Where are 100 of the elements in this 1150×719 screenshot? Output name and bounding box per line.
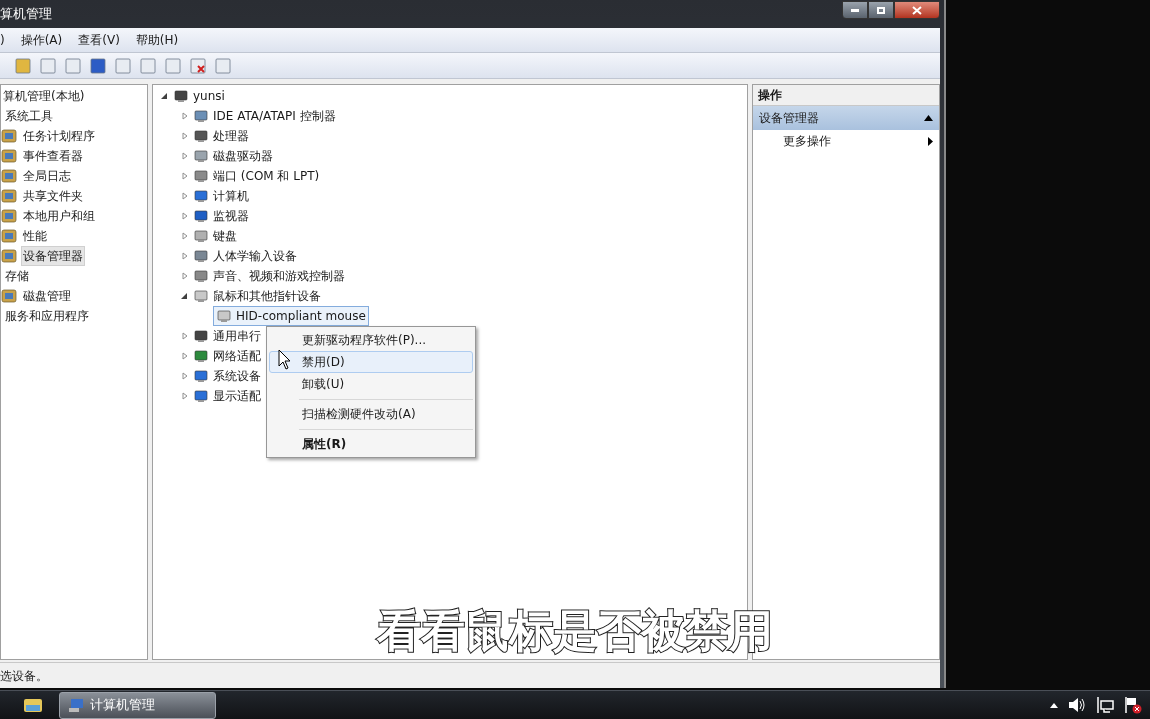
section-title: 设备管理器	[759, 110, 819, 127]
expand-arrow-icon[interactable]	[181, 212, 189, 220]
taskbar-button[interactable]: 计算机管理	[59, 691, 216, 719]
expand-arrow-icon[interactable]	[181, 332, 189, 340]
expand-arrow-icon[interactable]	[181, 112, 189, 120]
menu-item[interactable]: )	[0, 31, 5, 49]
status-text: 选设备。	[0, 667, 48, 685]
expand-arrow-icon[interactable]	[181, 172, 189, 180]
expand-arrow-icon[interactable]	[181, 372, 189, 380]
expand-arrow-icon[interactable]	[181, 132, 189, 140]
tree-item[interactable]: yunsi	[193, 87, 225, 105]
device-icon	[173, 88, 189, 104]
tool-icon	[1, 208, 17, 224]
toolbar-icon[interactable]	[214, 56, 232, 75]
tool-icon	[1, 148, 17, 164]
expand-arrow-icon[interactable]	[181, 232, 189, 240]
tree-item[interactable]: 端口 (COM 和 LPT)	[213, 167, 320, 185]
sidebar-item[interactable]: 存储	[3, 266, 31, 286]
menu-item[interactable]: 查看(V)	[78, 31, 120, 49]
tree-item[interactable]: 系统设备	[213, 367, 261, 385]
flag-icon[interactable]	[1124, 696, 1142, 714]
sidebar-item[interactable]: 磁盘管理	[21, 286, 73, 306]
action-label: 更多操作	[783, 133, 831, 150]
maximize-button[interactable]	[868, 1, 894, 19]
device-icon	[193, 228, 209, 244]
expand-arrow-icon[interactable]	[181, 392, 189, 400]
action-item[interactable]: 更多操作	[753, 130, 939, 152]
tool-icon	[1, 128, 17, 144]
toolbar-icon[interactable]	[114, 56, 132, 75]
tree-item[interactable]: 人体学输入设备	[213, 247, 297, 265]
speaker-icon[interactable]	[1068, 697, 1086, 713]
tree-item[interactable]: 计算机	[213, 187, 249, 205]
menu-item[interactable]: 帮助(H)	[135, 31, 179, 49]
menu-item[interactable]: 卸载(U)	[269, 373, 473, 395]
expand-arrow-icon[interactable]	[181, 272, 189, 280]
toolbar-icon[interactable]	[64, 56, 82, 75]
mouse-pointer-icon	[278, 349, 291, 370]
tree-item[interactable]: 磁盘驱动器	[213, 147, 273, 165]
minimize-button[interactable]	[842, 1, 868, 19]
sidebar-item[interactable]: 系统工具	[3, 106, 55, 126]
tree-item[interactable]: 键盘	[213, 227, 237, 245]
device-icon	[193, 108, 209, 124]
toolbar-icon[interactable]	[139, 56, 157, 75]
tool-icon	[1, 288, 17, 304]
tool-icon	[1, 248, 17, 264]
submenu-arrow-icon	[928, 136, 933, 146]
tree-item[interactable]: 显示适配	[213, 387, 261, 405]
sidebar-item[interactable]: 设备管理器	[21, 246, 85, 266]
device-icon	[193, 188, 209, 204]
device-icon	[193, 248, 209, 264]
tree-item[interactable]: IDE ATA/ATAPI 控制器	[213, 107, 336, 125]
folder-icon[interactable]	[23, 696, 43, 714]
actions-section[interactable]: 设备管理器	[753, 106, 939, 130]
network-icon[interactable]	[1096, 697, 1114, 713]
device-icon	[193, 328, 209, 344]
tree-item[interactable]: 网络适配	[213, 347, 261, 365]
show-hidden-icon[interactable]	[1050, 702, 1058, 708]
tree-item[interactable]: 通用串行	[213, 327, 261, 345]
menu-item[interactable]: 操作(A)	[20, 31, 63, 49]
collapse-icon	[924, 115, 933, 121]
sidebar-item[interactable]: 共享文件夹	[21, 186, 85, 206]
device-icon	[193, 208, 209, 224]
expand-arrow-icon[interactable]	[181, 192, 189, 200]
sidebar-item[interactable]: 服务和应用程序	[3, 306, 91, 326]
sidebar-item[interactable]: 本地用户和组	[21, 206, 97, 226]
device-icon	[193, 348, 209, 364]
tool-icon	[1, 188, 17, 204]
help-icon[interactable]	[89, 56, 107, 75]
collapse-arrow-icon[interactable]	[181, 292, 189, 300]
remove-icon[interactable]	[189, 56, 207, 75]
device-icon	[193, 388, 209, 404]
expand-arrow-icon[interactable]	[181, 152, 189, 160]
toolbar-icon[interactable]	[39, 56, 57, 75]
sidebar-item[interactable]: 全局日志	[21, 166, 73, 186]
window-title: 算机管理	[0, 5, 52, 24]
menu-item[interactable]: 扫描检测硬件改动(A)	[269, 403, 473, 425]
device-icon	[193, 268, 209, 284]
computer-icon	[68, 697, 84, 713]
expand-arrow-icon[interactable]	[181, 252, 189, 260]
expand-arrow-icon[interactable]	[181, 352, 189, 360]
actions-header: 操作	[753, 85, 939, 106]
device-icon	[216, 308, 232, 324]
tree-item[interactable]: 监视器	[213, 207, 249, 225]
device-icon	[193, 168, 209, 184]
device-icon	[193, 288, 209, 304]
close-button[interactable]	[894, 1, 940, 19]
collapse-arrow-icon[interactable]	[161, 92, 169, 100]
tree-item[interactable]: 鼠标和其他指针设备	[213, 287, 321, 305]
toolbar-icon[interactable]	[164, 56, 182, 75]
sidebar-item[interactable]: 性能	[21, 226, 49, 246]
sidebar-item[interactable]: 事件查看器	[21, 146, 85, 166]
sidebar-item[interactable]: 任务计划程序	[21, 126, 97, 146]
menu-item[interactable]: 属性(R)	[269, 433, 473, 455]
menu-item[interactable]: 禁用(D)	[269, 351, 473, 373]
tree-item[interactable]: 处理器	[213, 127, 249, 145]
close-icon	[912, 5, 922, 15]
tree-item[interactable]: HID-compliant mouse	[213, 306, 369, 326]
menu-item[interactable]: 更新驱动程序软件(P)...	[269, 329, 473, 351]
tree-item[interactable]: 声音、视频和游戏控制器	[213, 267, 345, 285]
sidebar-item[interactable]: 算机管理(本地)	[1, 86, 87, 106]
